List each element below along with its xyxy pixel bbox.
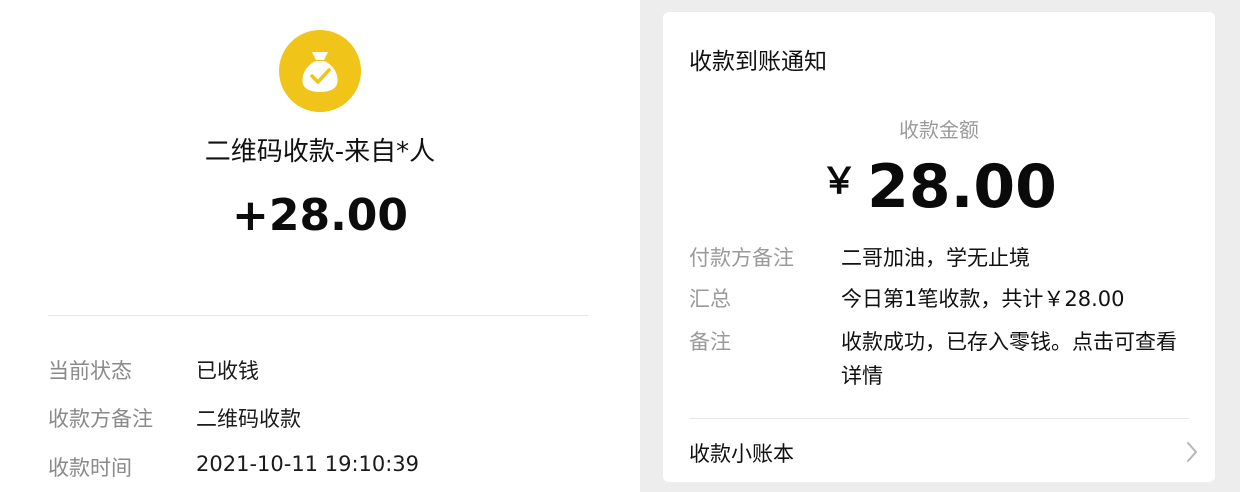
- detail-value: 已收钱: [196, 359, 259, 383]
- card-title: 收款到账通知: [689, 49, 827, 75]
- payment-amount: +28.00: [231, 190, 409, 241]
- chevron-right-icon: [1187, 442, 1197, 462]
- detail-value: 2021-10-11 19:10:39: [196, 452, 420, 476]
- payment-detail-panel: 二维码收款-来自*人 +28.00 当前状态 已收钱 收款方备注 二维码收款 收…: [0, 0, 640, 492]
- detail-label: 收款方备注: [48, 407, 153, 431]
- divider: [689, 418, 1189, 419]
- ledger-link[interactable]: 收款小账本: [689, 434, 1199, 470]
- detail-label: 当前状态: [48, 359, 132, 383]
- ledger-label: 收款小账本: [689, 442, 794, 466]
- detail-label: 收款时间: [48, 456, 132, 480]
- notification-panel: 收款到账通知 收款金额 ￥ 28.00 付款方备注 二哥加油，学无止境 汇总 今日…: [640, 0, 1240, 492]
- amount-number: 28.00: [867, 152, 1057, 222]
- payment-notification-card[interactable]: 收款到账通知 收款金额 ￥ 28.00 付款方备注 二哥加油，学无止境 汇总 今日…: [663, 12, 1215, 482]
- money-bag-check-icon: [279, 30, 361, 112]
- detail-value: 二维码收款: [196, 407, 301, 431]
- info-value: 收款成功，已存入零钱。点击可查看详情: [841, 330, 1177, 388]
- amount-value: ￥ 28.00: [663, 152, 1215, 222]
- currency-symbol: ￥: [821, 161, 858, 202]
- divider: [48, 315, 588, 316]
- detail-row-time: 收款时间 2021-10-11 19:10:39: [48, 452, 608, 482]
- info-value: 今日第1笔收款，共计￥28.00: [841, 287, 1125, 311]
- payment-title: 二维码收款-来自*人: [204, 137, 436, 167]
- info-value: 二哥加油，学无止境: [841, 246, 1030, 270]
- info-label: 付款方备注: [689, 246, 794, 270]
- amount-label: 收款金额: [899, 118, 979, 142]
- info-label: 汇总: [689, 287, 731, 311]
- info-label: 备注: [689, 330, 731, 354]
- detail-row-payee-note: 收款方备注 二维码收款: [48, 403, 608, 433]
- detail-row-status: 当前状态 已收钱: [48, 355, 608, 385]
